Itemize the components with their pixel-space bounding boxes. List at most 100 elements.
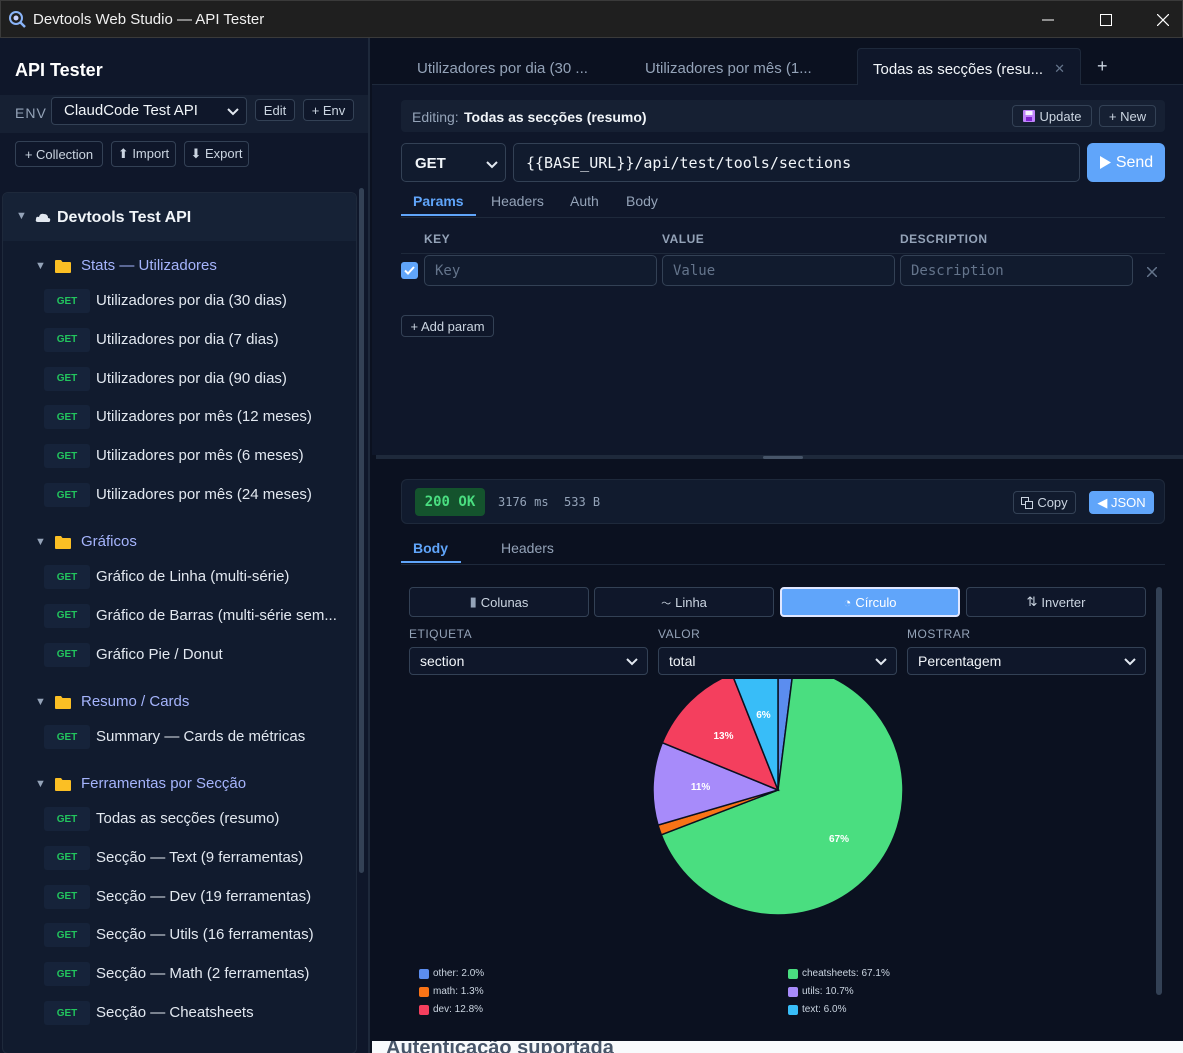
request-item[interactable]: GET Secção — Math (2 ferramentas): [3, 959, 356, 989]
legend-item-cheatsheets: cheatsheets: 67.1%: [788, 968, 890, 979]
tab-params[interactable]: Params: [401, 193, 476, 216]
tab-todas-seccoes[interactable]: Todas as secções (resu... ✕: [857, 48, 1081, 85]
value-select[interactable]: total: [658, 647, 897, 675]
response-time: 3176 ms: [498, 495, 549, 509]
folder-item[interactable]: ▼ Resumo / Cards: [3, 687, 356, 717]
request-item[interactable]: GET Gráfico de Linha (multi-série): [3, 562, 356, 592]
tab-response-headers[interactable]: Headers: [501, 540, 554, 556]
request-item[interactable]: GET Utilizadores por mês (6 meses): [3, 441, 356, 471]
chart-invert-button[interactable]: ⇅ Inverter: [966, 587, 1146, 617]
chart-line-label: Linha: [675, 594, 707, 610]
request-item[interactable]: GET Utilizadores por dia (7 dias): [3, 325, 356, 355]
param-enabled-checkbox[interactable]: [401, 262, 418, 279]
maximize-icon: [1100, 14, 1112, 26]
request-label: Gráfico Pie / Donut: [96, 645, 223, 663]
chart-line-button[interactable]: 〜 Linha: [594, 587, 774, 617]
env-select[interactable]: ClaudCode Test API: [51, 97, 247, 125]
request-item[interactable]: GET Secção — Cheatsheets: [3, 998, 356, 1028]
request-item[interactable]: GET Utilizadores por dia (30 dias): [3, 286, 356, 316]
close-window-button[interactable]: [1134, 1, 1183, 39]
col-key: KEY: [424, 232, 451, 246]
label-select[interactable]: section: [409, 647, 648, 675]
url-input[interactable]: {{BASE_URL}}/api/test/tools/sections: [513, 143, 1080, 182]
request-label: Secção — Utils (16 ferramentas): [96, 926, 314, 944]
add-tab-button[interactable]: +: [1097, 48, 1108, 85]
request-label: Utilizadores por dia (30 dias): [96, 292, 287, 309]
request-item[interactable]: GET Utilizadores por mês (24 meses): [3, 480, 356, 510]
tab-headers[interactable]: Headers: [491, 193, 544, 209]
method-badge: GET: [44, 405, 90, 430]
collection-root[interactable]: ▼ Devtools Test API: [3, 193, 356, 241]
update-button[interactable]: Update: [1012, 105, 1092, 127]
folder-label: Stats — Utilizadores: [81, 257, 217, 274]
response-scrollbar[interactable]: [1156, 587, 1162, 995]
send-button[interactable]: Send: [1087, 143, 1165, 182]
method-badge: GET: [44, 483, 90, 507]
import-button[interactable]: ⬆ Import: [111, 141, 176, 167]
request-item[interactable]: GET Summary — Cards de métricas: [3, 722, 356, 752]
json-toggle-button[interactable]: ◀ JSON: [1089, 491, 1154, 514]
caret-down-icon: ▼: [16, 210, 27, 222]
edit-env-button[interactable]: Edit: [255, 99, 295, 121]
value-field-label: VALOR: [658, 627, 701, 641]
method-badge: GET: [44, 565, 90, 589]
request-item[interactable]: GET Gráfico Pie / Donut: [3, 640, 356, 670]
chevron-down-icon: [875, 658, 887, 666]
legend-text: other: 2.0%: [433, 968, 485, 979]
tab-utilizadores-mes[interactable]: Utilizadores por mês (1...: [645, 48, 812, 85]
request-item[interactable]: GET Gráfico de Barras (multi-série sem...: [3, 601, 356, 631]
sidebar-scrollbar[interactable]: [359, 188, 364, 873]
chevron-down-icon: [626, 658, 638, 666]
method-select[interactable]: GET: [401, 143, 506, 182]
folder-item[interactable]: ▼ Gráficos: [3, 527, 356, 557]
request-item[interactable]: GET Secção — Text (9 ferramentas): [3, 843, 356, 873]
request-item[interactable]: GET Secção — Utils (16 ferramentas): [3, 920, 356, 950]
request-label: Utilizadores por dia (90 dias): [96, 369, 287, 387]
chart-columns-button[interactable]: ▮ Colunas: [409, 587, 589, 617]
add-env-button[interactable]: + Env: [303, 99, 354, 121]
params-header-row: [401, 224, 1165, 254]
add-param-button[interactable]: + Add param: [401, 315, 494, 337]
slice-label-dev: 13%: [713, 731, 733, 742]
param-key-input[interactable]: Key: [424, 255, 657, 286]
request-label: Secção — Cheatsheets: [96, 1004, 254, 1021]
legend-text: utils: 10.7%: [802, 986, 854, 997]
minimize-button[interactable]: [1019, 1, 1077, 39]
request-item[interactable]: GET Utilizadores por mês (12 meses): [3, 402, 356, 432]
tab-body[interactable]: Body: [626, 193, 658, 209]
folder-item[interactable]: ▼ Stats — Utilizadores: [3, 251, 356, 281]
request-label: Gráfico de Linha (multi-série): [96, 568, 290, 585]
export-button[interactable]: ⬇ Export: [184, 141, 249, 167]
chart-pie-button[interactable]: ◔ Círculo: [780, 587, 960, 617]
request-item[interactable]: GET Secção — Dev (19 ferramentas): [3, 882, 356, 912]
method-badge: GET: [44, 884, 90, 909]
legend-item-math: math: 1.3%: [419, 986, 484, 997]
slice-label-utils: 11%: [691, 782, 711, 793]
new-request-button[interactable]: + New: [1099, 105, 1156, 127]
param-value-input[interactable]: Value: [662, 255, 895, 286]
request-item[interactable]: GET Todas as secções (resumo): [3, 804, 356, 834]
maximize-button[interactable]: [1077, 1, 1135, 39]
chart-columns-label: Colunas: [480, 594, 529, 610]
sidebar: API Tester ENV ClaudCode Test API Edit +…: [0, 38, 370, 1053]
swap-icon: ⇅: [1026, 594, 1038, 609]
show-select[interactable]: Percentagem: [907, 647, 1146, 675]
request-label: Utilizadores por mês (24 meses): [96, 486, 312, 503]
tab-utilizadores-dia[interactable]: Utilizadores por dia (30 ...: [417, 48, 588, 85]
response-subtabs: Body Headers: [401, 537, 1165, 565]
copy-button[interactable]: Copy: [1013, 491, 1076, 514]
remove-param-icon[interactable]: [1147, 267, 1157, 277]
tab-auth[interactable]: Auth: [570, 193, 599, 209]
tab-response-body[interactable]: Body: [401, 540, 461, 563]
footer-peek-text: Autenticação suportada: [386, 1041, 614, 1053]
add-collection-button[interactable]: + Collection: [15, 141, 103, 167]
request-tabs: Utilizadores por dia (30 ... Utilizadore…: [372, 38, 1183, 85]
tab-close-icon[interactable]: ✕: [1054, 61, 1065, 77]
editing-value: Todas as secções (resumo): [464, 109, 647, 125]
folder-item[interactable]: ▼ Ferramentas por Secção: [3, 769, 356, 799]
method-badge: GET: [44, 962, 90, 987]
param-description-input[interactable]: Description: [900, 255, 1133, 286]
pie-chart-icon: ◔: [843, 594, 852, 610]
request-item[interactable]: GET Utilizadores por dia (90 dias): [3, 364, 356, 394]
request-subtabs: Params Headers Auth Body: [401, 190, 1165, 218]
